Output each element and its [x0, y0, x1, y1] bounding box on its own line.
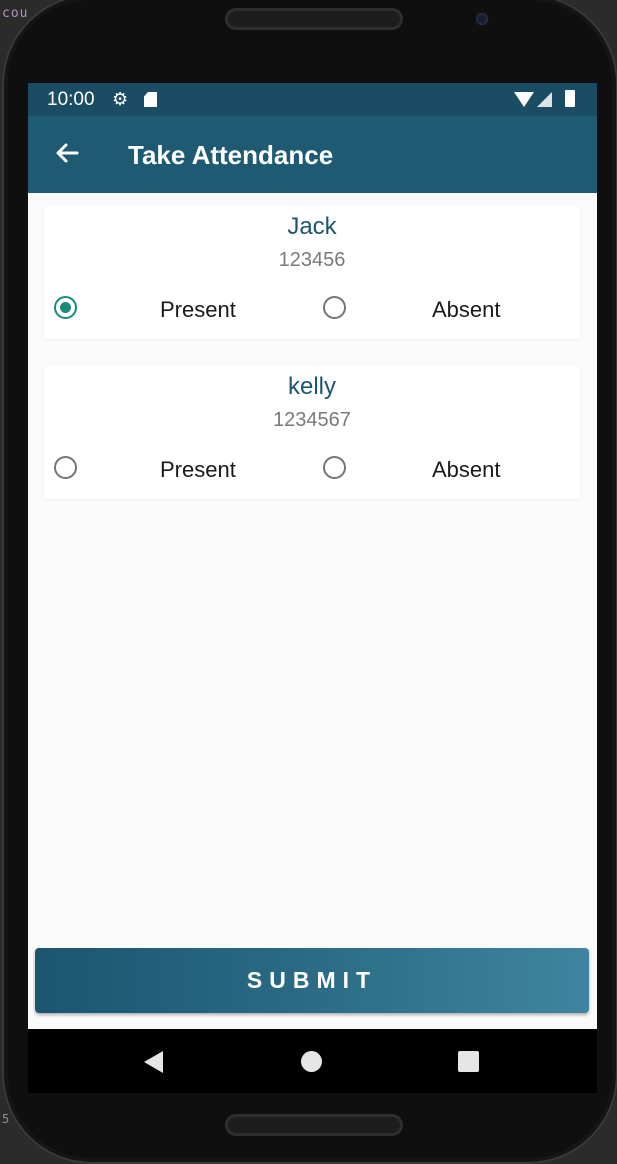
- bottom-speaker-grille: [225, 1114, 403, 1136]
- page-title: Take Attendance: [128, 140, 334, 170]
- gear-icon: ⚙: [112, 89, 129, 109]
- status-time: 10:00: [47, 89, 95, 110]
- present-radio[interactable]: [54, 456, 77, 479]
- battery-icon: [565, 90, 575, 107]
- sd-card-icon: [144, 92, 157, 107]
- android-nav-bar: [28, 1029, 597, 1093]
- status-bar: 10:00 ⚙: [28, 83, 597, 116]
- signal-icon: [537, 92, 552, 107]
- present-radio[interactable]: [54, 296, 77, 319]
- student-card-jack: Jack 123456 Present Absent: [44, 207, 580, 339]
- student-id: 123456: [278, 249, 346, 271]
- app-bar: Take Attendance: [28, 116, 597, 193]
- app-screen: 10:00 ⚙ Take Attendance Jack 123456 Pres…: [28, 83, 597, 1029]
- submit-button[interactable]: SUBMIT: [35, 948, 589, 1013]
- absent-radio[interactable]: [323, 456, 346, 479]
- back-triangle-icon[interactable]: [144, 1051, 163, 1073]
- absent-label[interactable]: Absent: [432, 297, 501, 323]
- ide-code-snippet: cou: [2, 6, 29, 21]
- absent-radio[interactable]: [323, 296, 346, 319]
- student-name: kelly: [287, 373, 336, 400]
- present-label[interactable]: Present: [160, 457, 236, 483]
- absent-label[interactable]: Absent: [432, 457, 501, 483]
- home-circle-icon[interactable]: [301, 1051, 322, 1072]
- radio-selected-dot: [60, 302, 71, 313]
- student-name: Jack: [287, 213, 337, 240]
- top-speaker-grille: [225, 8, 403, 30]
- student-card-kelly: kelly 1234567 Present Absent: [44, 367, 580, 499]
- student-id: 1234567: [273, 409, 351, 431]
- wifi-icon: [514, 92, 534, 107]
- ide-code-snippet-bottom: 5: [2, 1112, 10, 1126]
- arrow-left-icon[interactable]: [50, 136, 84, 170]
- recents-square-icon[interactable]: [458, 1051, 479, 1072]
- present-label[interactable]: Present: [160, 297, 236, 323]
- front-camera: [476, 13, 488, 25]
